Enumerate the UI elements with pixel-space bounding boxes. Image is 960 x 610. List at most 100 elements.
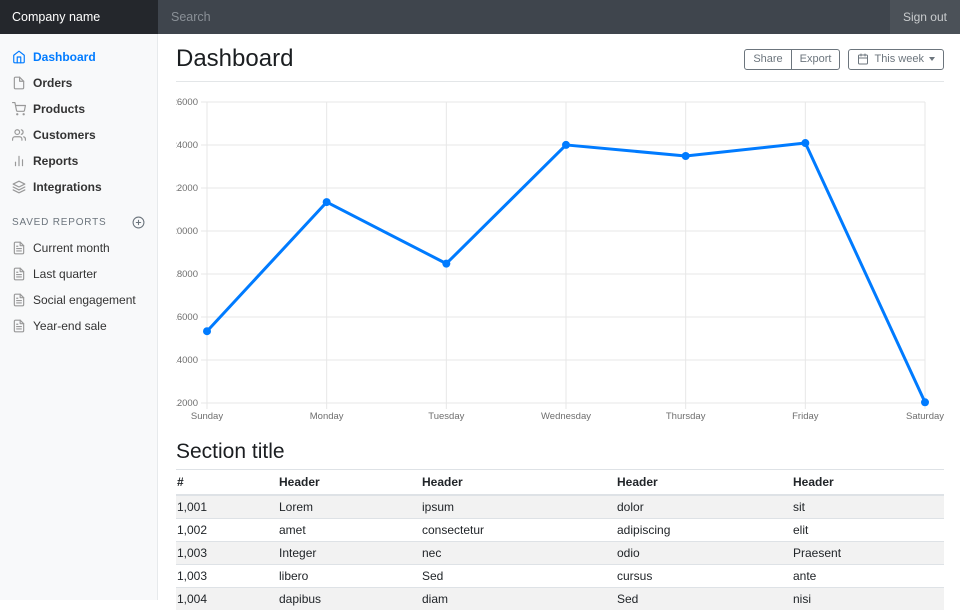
sidebar-item-integrations[interactable]: Integrations: [0, 174, 157, 200]
sidebar-item-orders[interactable]: Orders: [0, 70, 157, 96]
table-row: 1,001Loremipsumdolorsit: [176, 495, 944, 519]
users-icon: [12, 128, 26, 142]
table-cell: libero: [278, 565, 421, 588]
x-tick-label: Tuesday: [428, 411, 464, 422]
data-table: #HeaderHeaderHeaderHeader 1,001Loremipsu…: [176, 469, 944, 610]
column-header: Header: [278, 470, 421, 496]
column-header: Header: [421, 470, 616, 496]
table-cell: Sed: [616, 588, 792, 610]
saved-report-label: Current month: [33, 242, 110, 255]
x-tick-label: Sunday: [191, 411, 223, 422]
saved-reports-list: Current month Last quarter Social engageme…: [0, 235, 157, 339]
y-tick-label: 24000: [176, 140, 198, 151]
sidebar-nav: Dashboard Orders Products Customers Reports I…: [0, 44, 157, 200]
section-title: Section title: [176, 439, 944, 464]
table-cell: Lorem: [278, 495, 421, 519]
table-header-row: #HeaderHeaderHeaderHeader: [176, 470, 944, 496]
sidebar-item-reports[interactable]: Reports: [0, 148, 157, 174]
sidebar-item-label: Reports: [33, 155, 78, 168]
table-cell: 1,003: [176, 542, 278, 565]
chart-point: [682, 152, 690, 160]
y-tick-label: 20000: [176, 226, 198, 237]
table-cell: adipiscing: [616, 519, 792, 542]
sidebar-item-label: Products: [33, 103, 85, 116]
page-title: Dashboard: [176, 45, 293, 73]
chart-point: [921, 398, 929, 406]
calendar-icon: [857, 53, 869, 65]
table-cell: consectetur: [421, 519, 616, 542]
table-row: 1,003IntegernecodioPraesent: [176, 542, 944, 565]
page-header: Dashboard Share Export This week: [176, 34, 944, 82]
table-cell: Praesent: [792, 542, 944, 565]
saved-report-last-quarter[interactable]: Last quarter: [0, 261, 157, 287]
column-header: Header: [792, 470, 944, 496]
chart-point: [203, 327, 211, 335]
plus-circle-icon[interactable]: [132, 216, 145, 229]
chart-point: [562, 141, 570, 149]
sidebar-item-label: Dashboard: [33, 51, 96, 64]
chart-point: [801, 139, 809, 147]
saved-report-year-end-sale[interactable]: Year-end sale: [0, 313, 157, 339]
weekly-line-chart: 12000 14000 16000 18000 20000 22000 24000 26000…: [176, 93, 944, 423]
table-container: #HeaderHeaderHeaderHeader 1,001Loremipsu…: [176, 469, 944, 610]
sidebar: Dashboard Orders Products Customers Reports I…: [0, 34, 158, 600]
file-text-icon: [12, 319, 26, 333]
share-button[interactable]: Share: [744, 49, 791, 70]
saved-reports-header: SAVED REPORTS: [0, 200, 157, 235]
export-button[interactable]: Export: [791, 49, 841, 70]
saved-reports-heading: SAVED REPORTS: [12, 217, 107, 228]
sidebar-item-customers[interactable]: Customers: [0, 122, 157, 148]
y-tick-label: 22000: [176, 183, 198, 194]
file-text-icon: [12, 293, 26, 307]
table-cell: ipsum: [421, 495, 616, 519]
y-tick-label: 16000: [176, 312, 198, 323]
saved-report-current-month[interactable]: Current month: [0, 235, 157, 261]
file-text-icon: [12, 267, 26, 281]
main-content: Dashboard Share Export This week 12000 14…: [158, 34, 960, 610]
table-cell: cursus: [616, 565, 792, 588]
column-header: #: [176, 470, 278, 496]
chart-point: [442, 260, 450, 268]
table-row: 1,002ametconsecteturadipiscingelit: [176, 519, 944, 542]
search-input[interactable]: [158, 0, 890, 34]
table-cell: ante: [792, 565, 944, 588]
table-cell: 1,003: [176, 565, 278, 588]
table-cell: nec: [421, 542, 616, 565]
x-tick-label: Friday: [792, 411, 819, 422]
period-label: This week: [874, 53, 924, 66]
home-icon: [12, 50, 26, 64]
table-cell: 1,004: [176, 588, 278, 610]
table-cell: sit: [792, 495, 944, 519]
table-row: 1,004dapibusdiamSednisi: [176, 588, 944, 610]
column-header: Header: [616, 470, 792, 496]
table-cell: 1,002: [176, 519, 278, 542]
sidebar-item-products[interactable]: Products: [0, 96, 157, 122]
table-cell: Integer: [278, 542, 421, 565]
share-export-group: Share Export: [744, 49, 840, 70]
sign-out-button[interactable]: Sign out: [890, 0, 960, 34]
x-tick-label: Monday: [310, 411, 344, 422]
y-tick-label: 18000: [176, 269, 198, 280]
sidebar-item-dashboard[interactable]: Dashboard: [0, 44, 157, 70]
x-tick-label: Saturday: [906, 411, 944, 422]
table-cell: nisi: [792, 588, 944, 610]
brand-link[interactable]: Company name: [0, 0, 158, 34]
period-dropdown-button[interactable]: This week: [848, 49, 944, 70]
saved-report-label: Year-end sale: [33, 320, 107, 333]
y-tick-label: 12000: [176, 398, 198, 409]
table-cell: Sed: [421, 565, 616, 588]
y-tick-label: 26000: [176, 97, 198, 108]
caret-down-icon: [929, 57, 935, 61]
table-cell: amet: [278, 519, 421, 542]
sidebar-item-label: Orders: [33, 77, 72, 90]
table-cell: elit: [792, 519, 944, 542]
toolbar: Share Export This week: [744, 49, 944, 70]
table-cell: dapibus: [278, 588, 421, 610]
shopping-cart-icon: [12, 102, 26, 116]
saved-report-social-engagement[interactable]: Social engagement: [0, 287, 157, 313]
y-tick-label: 14000: [176, 355, 198, 366]
layers-icon: [12, 180, 26, 194]
saved-report-label: Social engagement: [33, 294, 136, 307]
table-row: 1,003liberoSedcursusante: [176, 565, 944, 588]
table-cell: diam: [421, 588, 616, 610]
